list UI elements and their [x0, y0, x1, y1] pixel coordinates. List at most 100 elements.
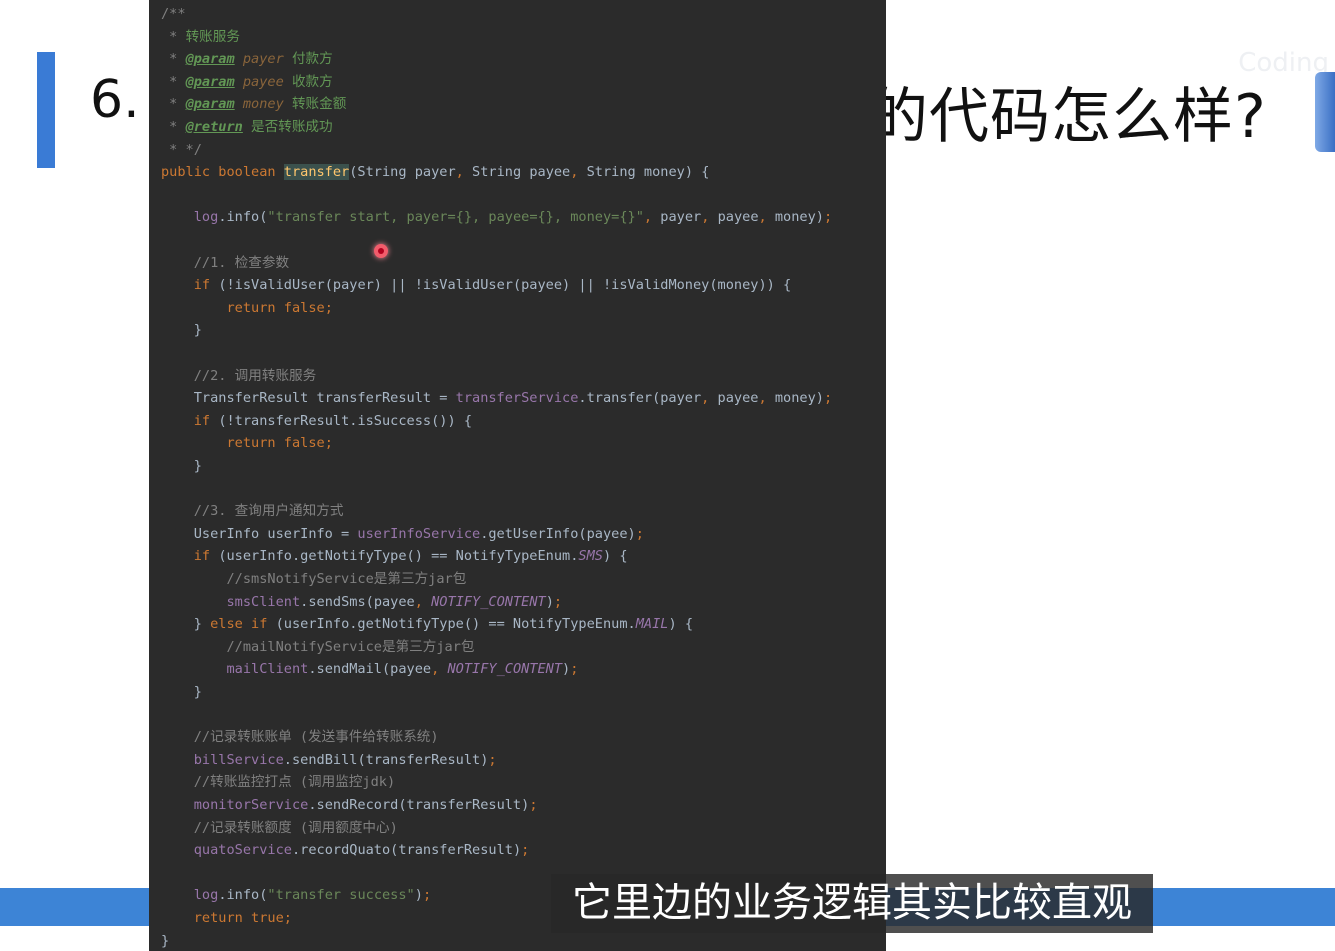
code-token: } [161, 932, 170, 949]
code-token: (String payer [349, 164, 456, 181]
code-token: ; [529, 797, 538, 813]
code-token: ; [553, 593, 563, 610]
code-token: "transfer start, payer={}, payee={}, mon… [267, 209, 644, 226]
code-line: quatoService.recordQuato(transferResult)… [161, 839, 530, 861]
slide-decoration [1315, 72, 1335, 152]
code-token: ; [521, 842, 530, 859]
code-token: NOTIFY_CONTENT [431, 593, 546, 610]
code-line: if (!isValidUser(payer) || !isValidUser(… [161, 274, 791, 296]
code-token: 付款方 [283, 51, 333, 68]
code-token: ; [635, 525, 644, 542]
code-token: //mailNotifyService是第三方jar包 [161, 638, 475, 655]
code-line: public boolean transfer(String payer, St… [161, 161, 709, 183]
code-token: ) { [668, 616, 694, 633]
code-token: money) [774, 390, 824, 407]
code-token: if [193, 277, 219, 294]
code-token: .sendRecord(transferResult) [308, 797, 530, 813]
code-token: ) [545, 593, 554, 610]
code-token: } [161, 616, 211, 633]
code-token: , [455, 164, 473, 181]
code-token: ; [823, 390, 833, 407]
code-token: NOTIFY_CONTENT [447, 661, 563, 678]
code-line: /** [161, 3, 186, 25]
code-token: return false; [226, 435, 333, 452]
code-token: MAIL [635, 616, 669, 633]
code-line: //mailNotifyService是第三方jar包 [161, 636, 475, 658]
code-token: money [242, 96, 284, 113]
code-token: .sendSms(payee [300, 593, 415, 610]
code-token: (userInfo.getNotifyType() == NotifyTypeE… [275, 616, 636, 633]
code-token: SMS [578, 548, 603, 565]
slide-section-number: 6. [90, 70, 140, 130]
code-line: if (userInfo.getNotifyType() == NotifyTy… [161, 545, 628, 567]
code-line: } [161, 319, 202, 341]
code-token: (!isValidUser(payer) || !isValidUser(pay… [218, 277, 792, 294]
code-token: ) [562, 661, 571, 678]
code-token: @return [185, 119, 243, 135]
code-token: userInfoService [357, 525, 481, 542]
code-line: //1. 检查参数 [161, 252, 289, 274]
code-token: if [193, 412, 219, 429]
code-token: //3. 查询用户通知方式 [161, 503, 344, 520]
code-token: else if [210, 616, 276, 633]
code-token: .info( [218, 887, 268, 904]
code-token: @param [185, 73, 235, 90]
code-line: TransferResult transferResult = transfer… [161, 387, 832, 409]
code-line: * @param payer 付款方 [161, 48, 333, 70]
code-token: ; [488, 751, 497, 768]
code-editor[interactable]: /** * 转账服务 * @param payer 付款方 * @param p… [149, 0, 886, 951]
code-line: * @param money 转账金额 [161, 93, 346, 115]
code-token: //2. 调用转账服务 [161, 367, 317, 384]
code-token: @param [185, 96, 235, 113]
code-token: ; [570, 661, 579, 678]
code-line: * @return 是否转账成功 [161, 116, 333, 138]
code-line: } else if (userInfo.getNotifyType() == N… [161, 613, 693, 635]
code-token: payee [717, 209, 759, 226]
code-token: , [570, 164, 587, 181]
code-token: , [758, 390, 775, 407]
code-line: UserInfo userInfo = userInfoService.getU… [161, 523, 644, 545]
code-token: String money) { [586, 164, 710, 181]
code-token: monitorService [193, 797, 309, 813]
code-token: payee [717, 390, 759, 407]
code-line: monitorService.sendRecord(transferResult… [161, 794, 538, 816]
code-token: return false; [226, 299, 333, 316]
code-line: billService.sendBill(transferResult); [161, 749, 497, 771]
code-token: (!transferResult.isSuccess()) { [218, 412, 473, 429]
code-token: .recordQuato(transferResult) [291, 842, 522, 859]
code-token: 是否转账成功 [242, 119, 333, 135]
code-token: } [161, 322, 202, 339]
slide-accent-bar [37, 52, 55, 168]
code-line: //3. 查询用户通知方式 [161, 500, 344, 522]
code-token: //转账监控打点 (调用监控jdk) [161, 774, 396, 791]
code-line: } [161, 681, 202, 703]
code-token: * [161, 119, 186, 135]
code-token: if [193, 548, 219, 565]
code-token: (userInfo.getNotifyType() == NotifyTypeE… [218, 548, 579, 565]
code-token: public boolean [161, 164, 284, 181]
code-token: quatoService [193, 842, 292, 859]
code-line: //转账监控打点 (调用监控jdk) [161, 771, 395, 793]
code-token: ) { [602, 548, 628, 565]
code-token: payer [660, 209, 702, 226]
code-token: transferService [455, 390, 579, 407]
code-token: , [758, 209, 775, 226]
code-line: //smsNotifyService是第三方jar包 [161, 568, 466, 590]
code-line: //2. 调用转账服务 [161, 365, 317, 387]
code-line: * @param payee 收款方 [161, 71, 333, 93]
pointer-indicator-icon [374, 244, 388, 258]
code-token: , [643, 209, 661, 226]
code-token: return true; [193, 910, 292, 926]
